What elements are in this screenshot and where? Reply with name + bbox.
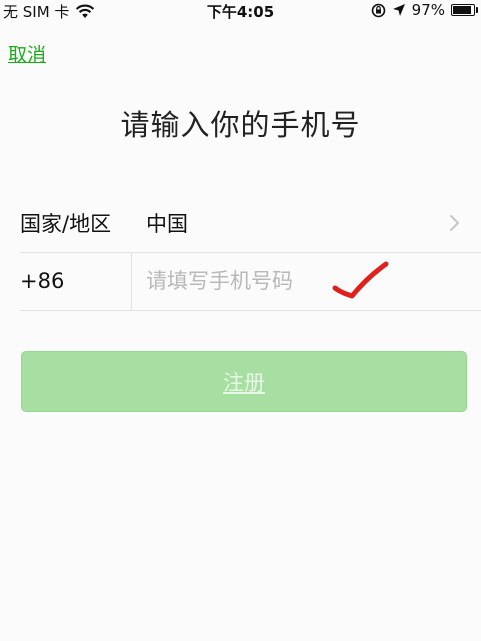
register-button[interactable]: 注册 [21,351,467,412]
status-right: 97% [371,1,478,19]
region-selector[interactable]: 国家/地区 中国 [20,194,481,253]
cancel-button[interactable]: 取消 [8,40,46,67]
checkmark-annotation [332,261,389,299]
page-title: 请输入你的手机号 [120,108,361,142]
chevron-right-icon [450,215,459,231]
region-value: 中国 [146,212,188,236]
battery-level-fill [453,6,472,14]
screen: 无 SIM 卡 下午4:05 97% 取消 请输入你的手机号 国家/地区 中国 … [0,0,481,641]
battery-percent: 97% [411,1,445,19]
orientation-lock-icon [371,3,385,17]
region-label: 国家/地区 [20,212,112,236]
phone-number-input[interactable] [132,252,481,310]
phone-row: +86 [20,252,481,311]
battery-icon [451,4,478,16]
location-arrow-icon [392,4,405,16]
status-bar: 无 SIM 卡 下午4:05 97% [0,0,481,22]
country-code[interactable]: +86 [20,252,132,310]
